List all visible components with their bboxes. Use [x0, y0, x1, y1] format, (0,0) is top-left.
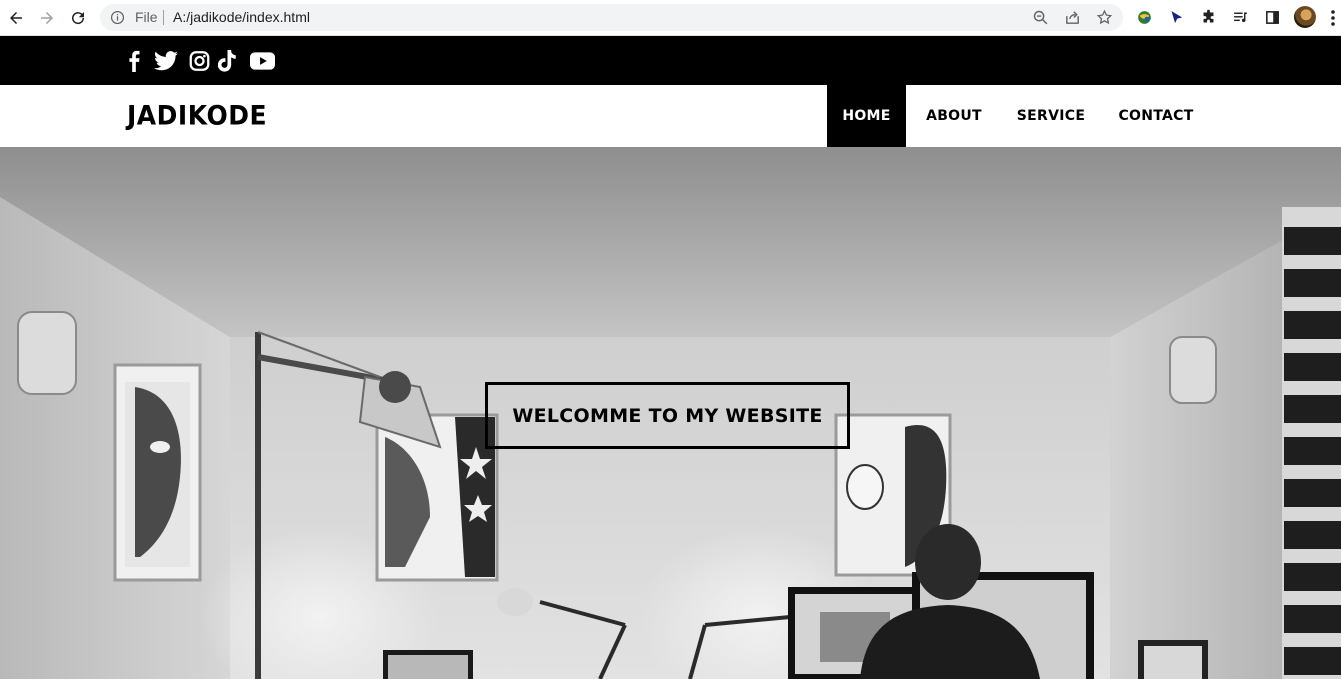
- hero-title: WELCOMME TO MY WEBSITE: [512, 404, 823, 427]
- info-icon[interactable]: [110, 10, 125, 25]
- youtube-icon[interactable]: [250, 48, 275, 73]
- twitter-icon[interactable]: [154, 48, 178, 73]
- zoom-icon[interactable]: [1032, 9, 1049, 26]
- browser-toolbar: File A:/jadikode/index.html: [0, 0, 1341, 36]
- nav-service[interactable]: SERVICE: [1004, 85, 1098, 147]
- reload-icon[interactable]: [67, 7, 89, 29]
- hero-section: WELCOMME TO MY WEBSITE: [0, 147, 1341, 679]
- site-header: JADIKODE HOME ABOUT SERVICE CONTACT: [0, 85, 1341, 147]
- url-text[interactable]: A:/jadikode/index.html: [173, 9, 310, 25]
- welcome-banner: WELCOMME TO MY WEBSITE: [485, 382, 850, 449]
- side-panel-icon[interactable]: [1263, 8, 1282, 27]
- site-logo[interactable]: JADIKODE: [127, 100, 267, 130]
- back-icon[interactable]: [5, 7, 27, 29]
- nav-home[interactable]: HOME: [827, 85, 906, 147]
- instagram-icon[interactable]: [189, 48, 210, 73]
- extension-globe-icon[interactable]: [1135, 8, 1154, 27]
- star-icon[interactable]: [1096, 9, 1113, 26]
- address-bar[interactable]: File A:/jadikode/index.html: [100, 4, 1123, 31]
- omnibox-divider: [163, 10, 164, 25]
- share-icon[interactable]: [1064, 9, 1081, 26]
- tiktok-icon[interactable]: [218, 48, 237, 73]
- nav-about[interactable]: ABOUT: [914, 85, 994, 147]
- profile-avatar[interactable]: [1294, 6, 1316, 28]
- scheme-label: File: [135, 9, 158, 25]
- forward-icon[interactable]: [36, 7, 58, 29]
- nav-contact[interactable]: CONTACT: [1108, 85, 1204, 147]
- media-queue-icon[interactable]: [1231, 8, 1250, 27]
- facebook-icon[interactable]: [128, 48, 140, 73]
- menu-dots-icon[interactable]: [1330, 9, 1336, 27]
- puzzle-icon[interactable]: [1199, 8, 1218, 27]
- social-bar: [0, 36, 1341, 85]
- extension-arrow-icon[interactable]: [1167, 8, 1186, 27]
